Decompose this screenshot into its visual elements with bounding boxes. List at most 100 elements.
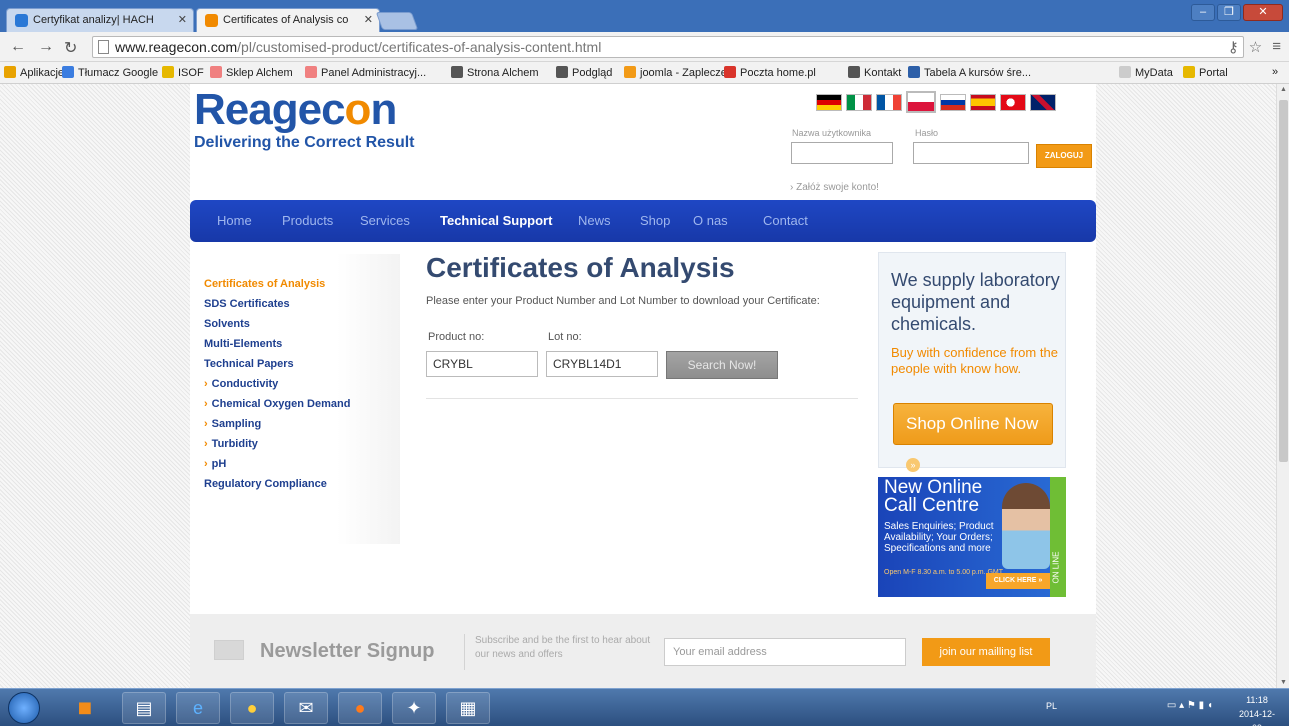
bookmark-item[interactable]: MyData (1119, 66, 1173, 79)
bookmark-item[interactable]: Strona Alchem (451, 66, 539, 79)
chrome-icon[interactable]: ● (230, 692, 274, 724)
menu-icon[interactable]: ≡ (1272, 38, 1281, 56)
office-icon[interactable]: ◼ (68, 692, 102, 724)
sidebar-item[interactable]: › pH (204, 456, 350, 476)
bookmark-item[interactable]: Podgląd (556, 66, 612, 79)
flag-de-icon[interactable] (816, 94, 842, 111)
nav-item-o-nas[interactable]: O nas (693, 213, 728, 228)
sidebar-item[interactable]: Regulatory Compliance (204, 476, 350, 496)
bookmark-item[interactable]: Tabela A kursów śre... (908, 66, 1031, 79)
nav-item-services[interactable]: Services (360, 213, 410, 228)
sidebar-item[interactable]: Technical Papers (204, 356, 350, 376)
page-icon (98, 40, 109, 54)
flag-pl-icon[interactable] (906, 91, 936, 113)
browser-tab-hach[interactable]: Certyfikat analizy| HACH ✕ (6, 8, 194, 32)
maximize-icon[interactable]: ❐ (1217, 4, 1241, 21)
browser-tab-reagecon[interactable]: Certificates of Analysis co ✕ (196, 8, 380, 32)
username-input[interactable] (791, 142, 893, 164)
page-title: Certificates of Analysis (426, 252, 735, 283)
sidebar-item-label: Chemical Oxygen Demand (211, 398, 351, 410)
join-mailing-list-button[interactable]: join our mailling list (922, 638, 1050, 666)
close-tab-icon[interactable]: ✕ (178, 13, 187, 26)
close-tab-icon[interactable]: ✕ (364, 13, 373, 26)
shop-online-now-button[interactable]: Shop Online Now » (893, 403, 1053, 472)
scroll-down-icon[interactable]: ▼ (1280, 679, 1287, 686)
flag-uk-icon[interactable] (1030, 94, 1056, 111)
start-button-icon[interactable] (8, 692, 40, 724)
thunderbird-icon[interactable]: ✉ (284, 692, 328, 724)
product-number-input[interactable]: CRYBL (426, 351, 538, 377)
reagecon-logo[interactable]: Reagecon (194, 88, 397, 132)
sidebar-item[interactable]: › Turbidity (204, 436, 350, 456)
reload-icon[interactable]: ↻ (64, 38, 77, 58)
sidebar-item-label: Multi-Elements (204, 338, 283, 350)
divider (426, 398, 858, 399)
sidebar-item[interactable]: › Conductivity (204, 376, 350, 396)
bookmark-item[interactable]: Aplikacje (4, 66, 64, 79)
sidebar-item[interactable]: › Sampling (204, 416, 350, 436)
nav-item-news[interactable]: News (578, 213, 611, 228)
bookmark-label: Tabela A kursów śre... (924, 67, 1031, 79)
nav-item-contact[interactable]: Contact (763, 213, 808, 228)
flag-it-icon[interactable] (846, 94, 872, 111)
close-window-icon[interactable]: ✕ (1243, 4, 1283, 21)
flag-fr-icon[interactable] (876, 94, 902, 111)
lot-number-input[interactable]: CRYBL14D1 (546, 351, 658, 377)
flag-es-icon[interactable] (970, 94, 996, 111)
bookmark-item[interactable]: Kontakt (848, 66, 901, 79)
forward-arrow-icon[interactable]: → (38, 38, 54, 56)
background-pattern-left (0, 84, 190, 688)
click-here-button[interactable]: CLICK HERE » (986, 573, 1050, 589)
tab-title: Certificates of Analysis co (223, 14, 349, 26)
clock[interactable]: 11:18 2014-12-09 (1237, 693, 1277, 726)
tab-title: Certyfikat analizy| HACH (33, 14, 154, 26)
login-button[interactable]: ZALOGUJ (1036, 144, 1092, 168)
scroll-up-icon[interactable]: ▲ (1280, 86, 1287, 93)
page-scrollbar[interactable]: ▲ ▼ (1276, 84, 1289, 688)
new-tab-button[interactable] (375, 12, 419, 30)
newsletter-email-input[interactable]: Your email address (664, 638, 906, 666)
bookmark-item[interactable]: joomla - Zaplecze (624, 66, 727, 79)
nav-item-technical-support[interactable]: Technical Support (440, 213, 552, 228)
nav-item-shop[interactable]: Shop (640, 213, 670, 228)
minimize-icon[interactable]: – (1191, 4, 1215, 21)
more-bookmarks-icon[interactable]: » (1272, 66, 1278, 78)
bookmark-item[interactable]: Portal (1183, 66, 1228, 79)
back-arrow-icon[interactable]: ← (10, 38, 26, 56)
language-indicator[interactable]: PL (1046, 701, 1057, 711)
flag-tr-icon[interactable] (1000, 94, 1026, 111)
chevron-right-icon: › (204, 438, 208, 450)
bookmark-item[interactable]: Poczta home.pl (724, 66, 816, 79)
arrow-circle-icon: » (906, 458, 920, 472)
sidebar-item[interactable]: SDS Certificates (204, 296, 350, 316)
bookmark-item[interactable]: Tłumacz Google (62, 66, 158, 79)
bookmark-item[interactable]: ISOF (162, 66, 204, 79)
scrollbar-thumb[interactable] (1279, 100, 1288, 462)
document-icon[interactable]: ▦ (446, 692, 490, 724)
search-now-button[interactable]: Search Now! (666, 351, 778, 379)
bookmark-star-icon[interactable]: ☆ (1249, 38, 1262, 56)
call-centre-banner[interactable]: New Online Call Centre Sales Enquiries; … (878, 477, 1066, 597)
address-bar[interactable]: www.reagecon.com/pl/customised-product/c… (92, 36, 1244, 58)
shop-promo-banner[interactable]: We supply laboratory equipment and chemi… (878, 252, 1066, 472)
internet-explorer-icon[interactable]: e (176, 692, 220, 724)
bookmark-item[interactable]: Sklep Alchem (210, 66, 293, 79)
password-input[interactable] (913, 142, 1029, 164)
app-icon[interactable]: ✦ (392, 692, 436, 724)
sidebar-item[interactable]: Multi-Elements (204, 336, 350, 356)
flag-ru-icon[interactable] (940, 94, 966, 111)
sidebar-item[interactable]: Certificates of Analysis (204, 276, 350, 296)
page-icon (1119, 66, 1131, 78)
sidebar-item-label: Regulatory Compliance (204, 478, 327, 490)
file-explorer-icon[interactable]: ▤ (122, 692, 166, 724)
tray-icons[interactable]: ▭ ▴ ⚑ ▮ ◖ (1167, 700, 1213, 711)
nav-item-products[interactable]: Products (282, 213, 333, 228)
nav-item-home[interactable]: Home (217, 213, 252, 228)
key-icon[interactable]: ⚷ (1228, 38, 1239, 56)
firefox-icon[interactable]: ● (338, 692, 382, 724)
register-link[interactable]: › Załóż swoje konto! (790, 182, 879, 193)
bookmark-item[interactable]: Panel Administracyj... (305, 66, 426, 79)
bookmark-label: Poczta home.pl (740, 67, 816, 79)
sidebar-item[interactable]: › Chemical Oxygen Demand (204, 396, 350, 416)
sidebar-item[interactable]: Solvents (204, 316, 350, 336)
